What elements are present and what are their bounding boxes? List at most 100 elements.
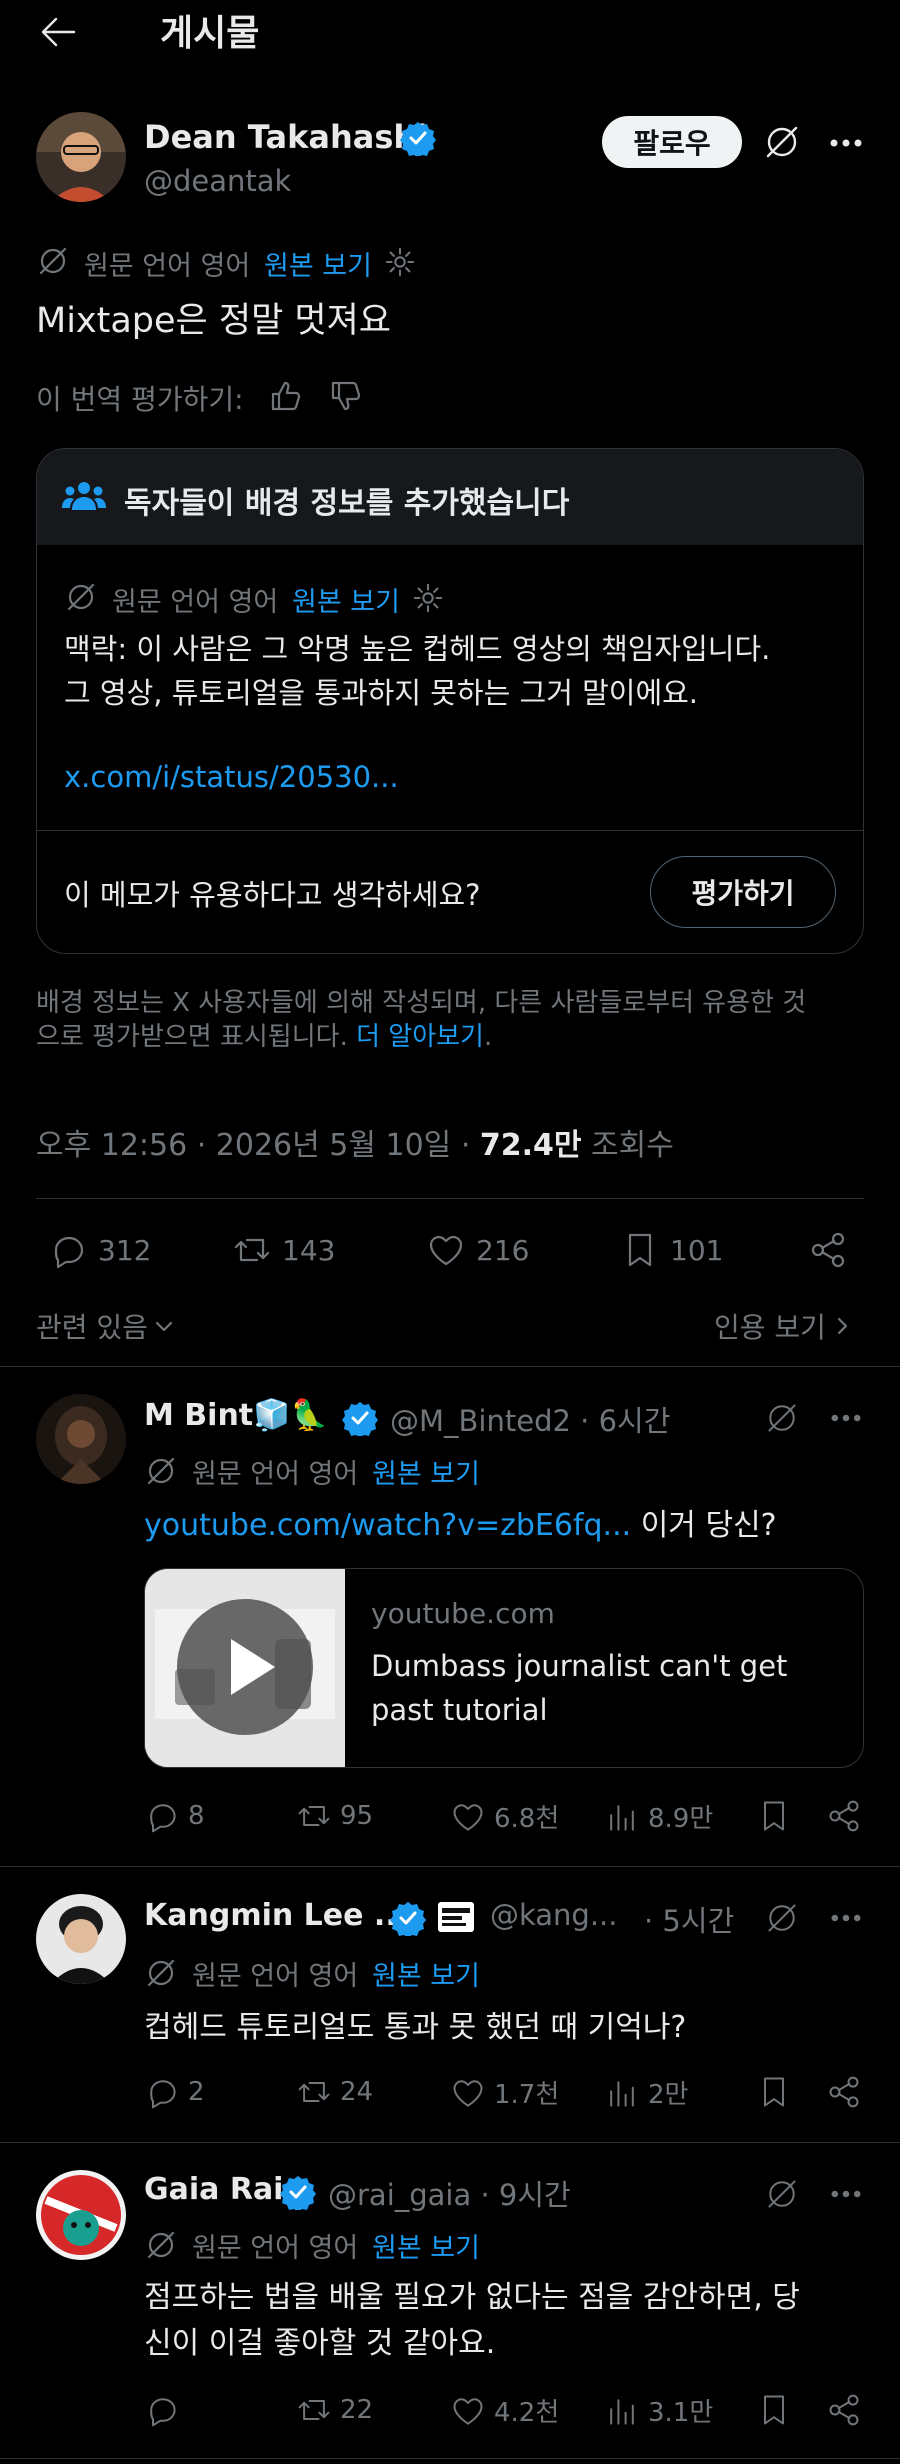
verified-badge-icon bbox=[400, 122, 436, 156]
reply-icon bbox=[150, 2080, 176, 2109]
repost-button[interactable]: 22 bbox=[296, 2392, 373, 2428]
like-button[interactable]: 6.8천 bbox=[450, 1798, 559, 1835]
reply-handle[interactable]: @rai_gaia · 9시간 bbox=[328, 2172, 571, 2214]
back-button[interactable] bbox=[36, 10, 80, 54]
repost-button[interactable]: 95 bbox=[296, 1798, 373, 1834]
community-note-title: 독자들이 배경 정보를 추가했습니다 bbox=[124, 486, 570, 521]
repost-button[interactable]: 143 bbox=[232, 1230, 335, 1270]
related-filter[interactable]: 관련 있음 bbox=[36, 1306, 176, 1346]
reply-avatar[interactable] bbox=[36, 1394, 126, 1484]
bookmark-icon bbox=[764, 1801, 784, 1831]
note-translation-source: 원문 언어 영어 bbox=[112, 587, 279, 618]
reply-time: · 5시간 bbox=[644, 1904, 735, 1938]
more-options-button[interactable] bbox=[826, 2180, 866, 2208]
share-icon bbox=[829, 2394, 859, 2426]
views-chart-icon bbox=[610, 2398, 634, 2425]
heart-icon bbox=[453, 2397, 483, 2425]
repost-count: 95 bbox=[340, 1801, 374, 1831]
grok-button[interactable] bbox=[764, 1400, 800, 1436]
more-icon bbox=[831, 1414, 861, 1422]
translation-source: 원문 언어 영어 bbox=[192, 2233, 359, 2264]
reply-text-body: 이거 당신? bbox=[631, 1508, 777, 1543]
rate-note-button-label: 평가하기 bbox=[691, 877, 795, 910]
more-options-button[interactable] bbox=[826, 1904, 866, 1932]
repost-icon bbox=[298, 1806, 330, 1826]
rate-note-button[interactable]: 평가하기 bbox=[650, 856, 836, 928]
views-button[interactable]: 8.9만 bbox=[604, 1798, 713, 1835]
people-icon bbox=[62, 482, 106, 510]
show-original-link[interactable]: 원본 보기 bbox=[372, 1452, 480, 1491]
note-settings-gear-icon[interactable] bbox=[412, 582, 444, 614]
translation-source: 원문 언어 영어 bbox=[84, 251, 251, 282]
show-original-link[interactable]: 원본 보기 bbox=[372, 2226, 480, 2265]
share-button[interactable] bbox=[826, 2074, 862, 2110]
like-button[interactable]: 216 bbox=[426, 1230, 529, 1270]
show-original-link[interactable]: 원본 보기 bbox=[372, 1954, 480, 1993]
views-button[interactable]: 3.1만 bbox=[604, 2392, 713, 2429]
settings-gear-icon[interactable] bbox=[384, 246, 416, 278]
affiliate-badge-icon bbox=[438, 1902, 474, 1932]
note-disclaimer-line-1: 배경 정보는 X 사용자들에 의해 작성되며, 다른 사람들로부터 유용한 것 bbox=[36, 988, 807, 1018]
follow-button-label: 팔로우 bbox=[633, 127, 711, 160]
share-button[interactable] bbox=[826, 2392, 862, 2428]
note-show-original-link[interactable]: 원본 보기 bbox=[292, 580, 400, 619]
author-avatar[interactable] bbox=[36, 112, 126, 202]
link-card-domain: youtube.com bbox=[371, 1597, 555, 1630]
verified-badge-icon bbox=[342, 1402, 378, 1436]
like-button[interactable]: 4.2천 bbox=[450, 2392, 559, 2429]
reply-handle[interactable]: @kang... bbox=[490, 1898, 618, 1932]
note-text-line-2: 그 영상, 튜토리얼을 통과하지 못하는 그거 말이에요. bbox=[64, 676, 699, 710]
post-timestamp[interactable]: 오후 12:56 · 2026년 5월 10일 · bbox=[36, 1128, 480, 1163]
reply-button[interactable]: 8 bbox=[144, 1798, 205, 1834]
heart-icon bbox=[453, 2079, 483, 2107]
grok-button[interactable] bbox=[764, 1900, 800, 1936]
repost-count: 24 bbox=[340, 2077, 374, 2107]
bookmark-button[interactable] bbox=[756, 1798, 792, 1834]
author-handle[interactable]: @deantak bbox=[144, 164, 291, 198]
like-button[interactable]: 1.7천 bbox=[450, 2074, 559, 2111]
bookmark-icon bbox=[764, 2077, 784, 2107]
reply-text: youtube.com/watch?v=zbE6fq... 이거 당신? bbox=[144, 1500, 777, 1544]
learn-more-link[interactable]: 더 알아보기 bbox=[356, 1022, 484, 1052]
reply-author-name[interactable]: M Bint🧊🦜 bbox=[144, 1398, 328, 1433]
note-source-link[interactable]: x.com/i/status/20530... bbox=[64, 760, 399, 794]
related-label: 관련 있음 bbox=[36, 1311, 148, 1344]
more-options-button[interactable] bbox=[826, 1404, 866, 1432]
reply-button[interactable]: 312 bbox=[48, 1230, 151, 1270]
more-options-button[interactable] bbox=[826, 128, 866, 158]
reply-author-name[interactable]: Gaia Rai bbox=[144, 2172, 283, 2207]
repost-button[interactable]: 24 bbox=[296, 2074, 373, 2110]
note-divider bbox=[37, 830, 863, 831]
thumbs-up-icon[interactable] bbox=[268, 378, 304, 414]
bookmark-button[interactable]: 101 bbox=[620, 1230, 723, 1270]
translation-source: 원문 언어 영어 bbox=[192, 1459, 359, 1490]
share-button[interactable] bbox=[808, 1230, 848, 1270]
reply-avatar[interactable] bbox=[36, 1894, 126, 1984]
verified-badge-icon bbox=[390, 1902, 426, 1936]
grok-button[interactable] bbox=[764, 2176, 800, 2212]
show-original-link[interactable]: 원본 보기 bbox=[264, 244, 372, 283]
like-count: 216 bbox=[476, 1233, 530, 1267]
views-button[interactable]: 2만 bbox=[604, 2074, 688, 2111]
bookmark-button[interactable] bbox=[756, 2392, 792, 2428]
grok-button[interactable] bbox=[762, 122, 802, 162]
youtube-link[interactable]: youtube.com/watch?v=zbE6fq... bbox=[144, 1508, 631, 1543]
thumbs-down-icon[interactable] bbox=[328, 378, 364, 414]
follow-button[interactable]: 팔로우 bbox=[602, 116, 742, 168]
reply-button[interactable]: 2 bbox=[144, 2074, 205, 2110]
author-name[interactable]: Dean Takahashi bbox=[144, 118, 427, 156]
reply-author-name[interactable]: Kangmin Lee ... bbox=[144, 1898, 408, 1933]
play-button[interactable] bbox=[177, 1599, 313, 1735]
bookmark-button[interactable] bbox=[756, 2074, 792, 2110]
link-preview-card[interactable]: youtube.com Dumbass journalist can't get… bbox=[144, 1568, 864, 1768]
bookmark-icon bbox=[764, 2395, 784, 2425]
disclaimer-text: 으로 평가받으면 표시됩니다. bbox=[36, 1022, 348, 1052]
reply-handle-text: @rai_gaia bbox=[328, 2178, 472, 2212]
reply-text: 컵헤드 튜토리얼도 통과 못 했던 때 기억나? bbox=[144, 2010, 687, 2045]
share-button[interactable] bbox=[826, 1798, 862, 1834]
reply-handle[interactable]: @M_Binted2 · 6시간 bbox=[390, 1398, 670, 1440]
view-quotes-link[interactable]: 인용 보기 bbox=[714, 1306, 854, 1346]
view-count: 3.1만 bbox=[648, 2398, 714, 2428]
reply-button[interactable] bbox=[144, 2392, 188, 2428]
reply-avatar[interactable] bbox=[36, 2170, 126, 2260]
